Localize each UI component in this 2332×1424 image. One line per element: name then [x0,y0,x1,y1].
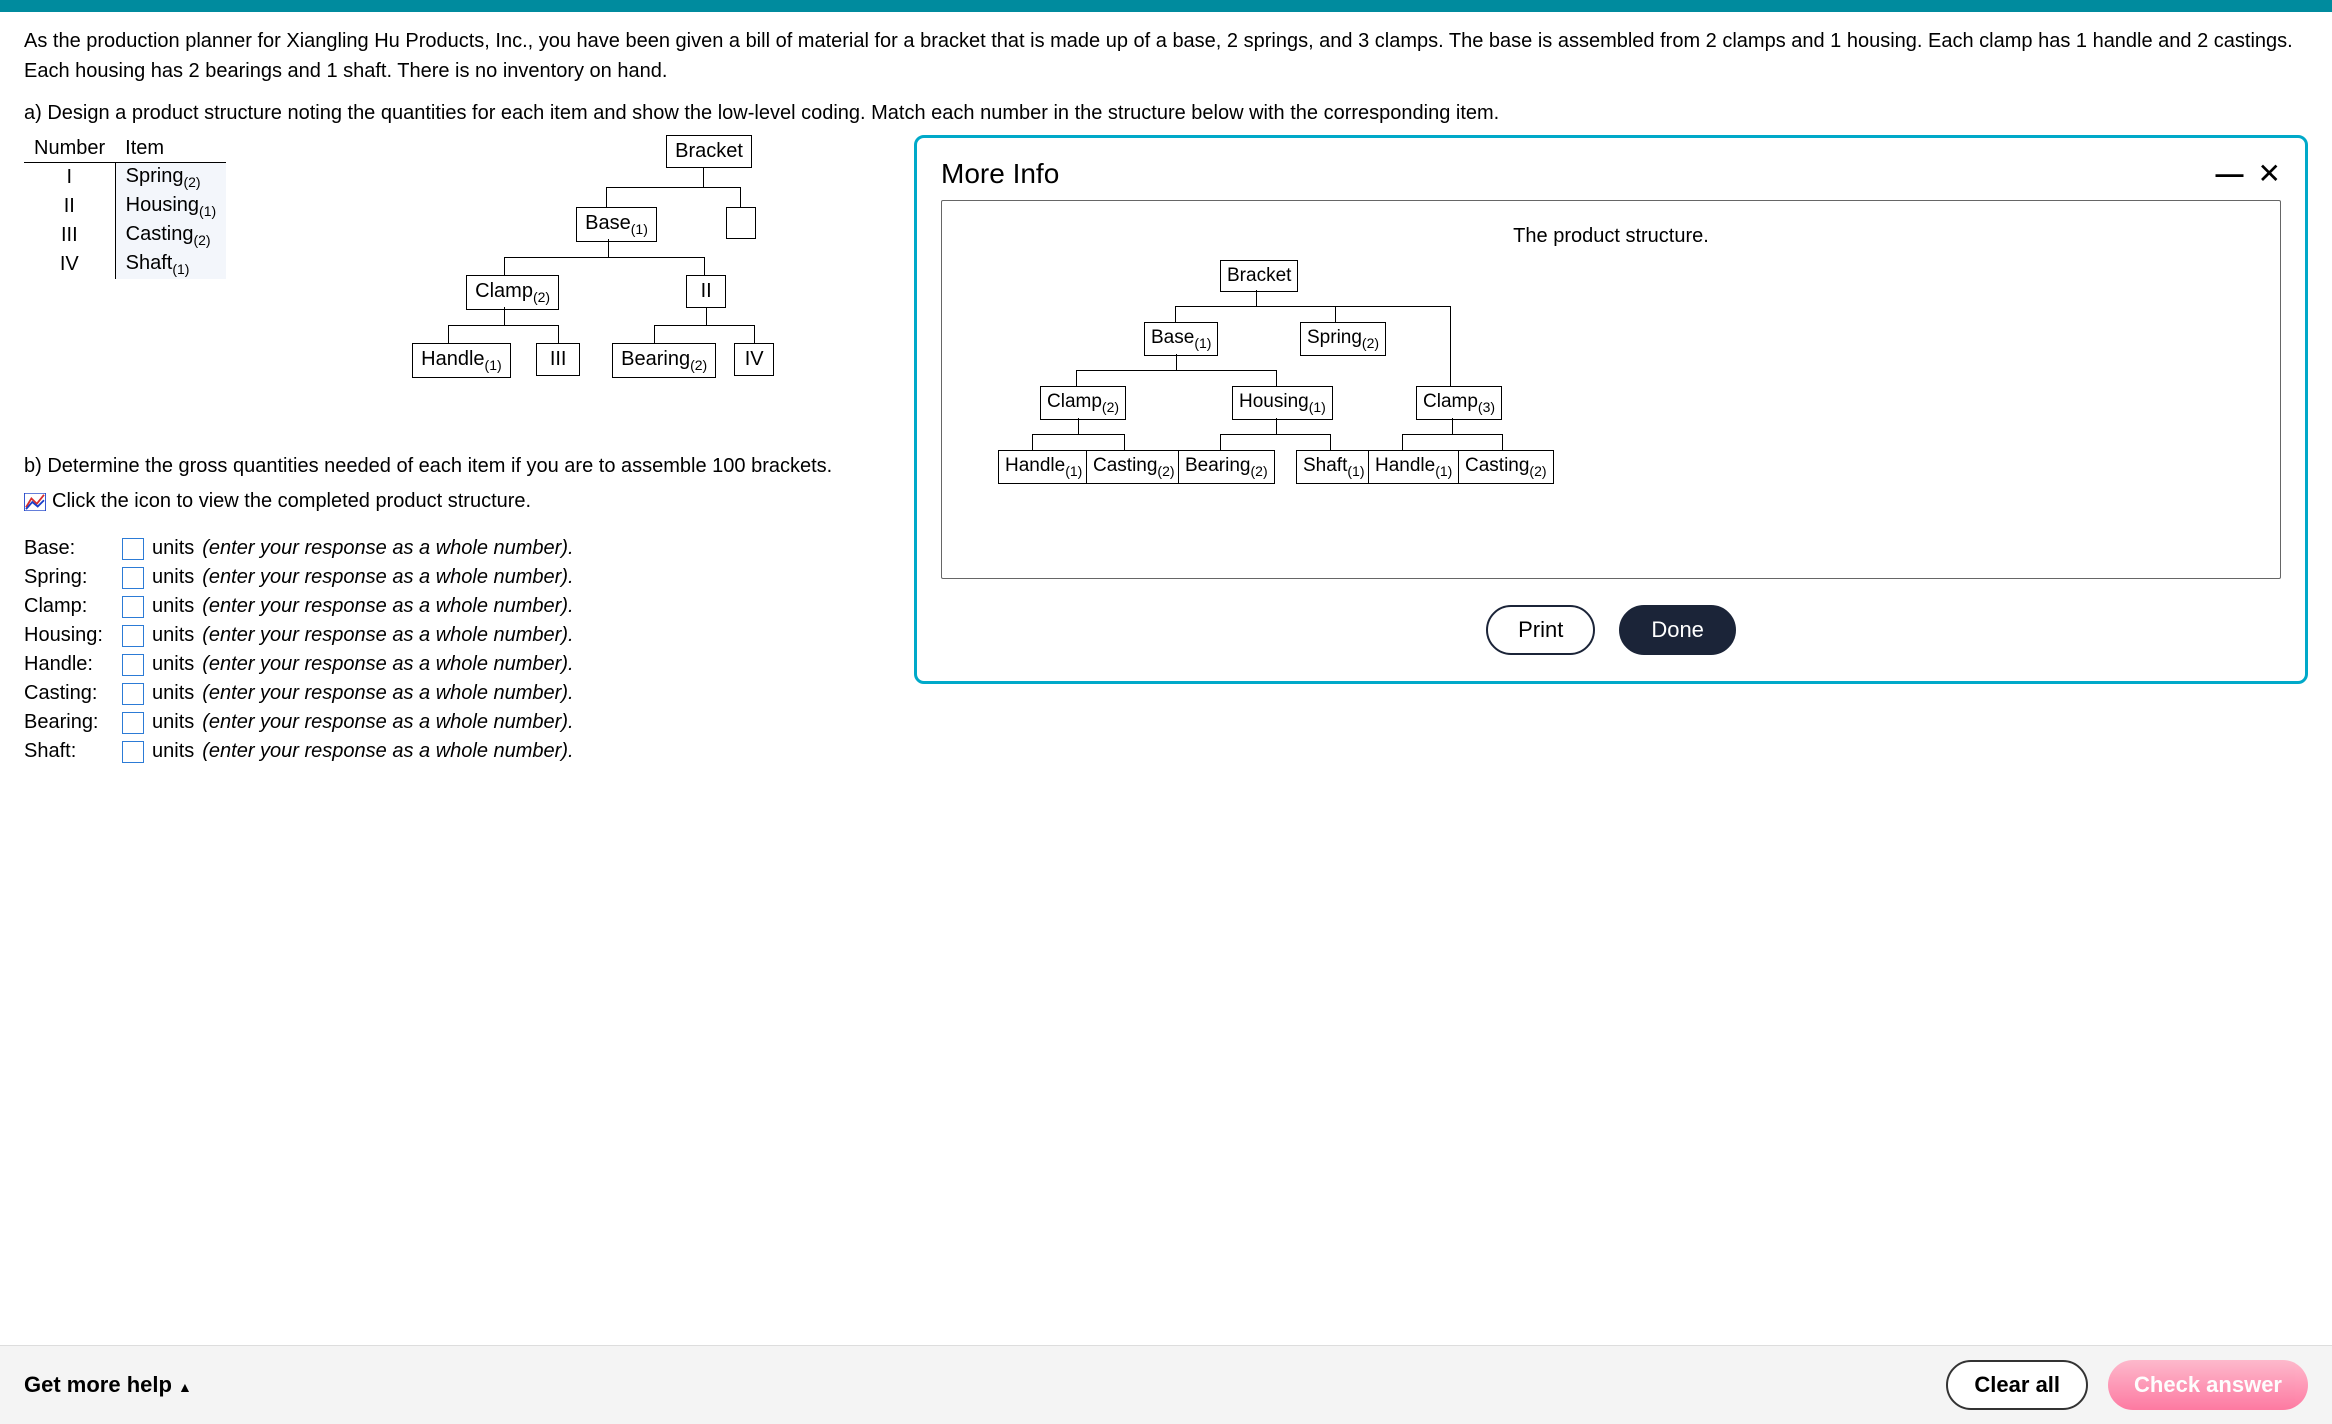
chevron-up-icon: ▲ [178,1379,192,1395]
qty-row: Clamp:units (enter your response as a wh… [24,595,904,618]
table-row: ISpring(2) [24,163,226,193]
node-base: Base(1) [1144,322,1218,356]
part-b-section: b) Determine the gross quantities needed… [24,455,904,763]
bearing-input[interactable] [122,712,144,734]
base-input[interactable] [122,538,144,560]
part-b-text: b) Determine the gross quantities needed… [24,455,904,478]
table-row: IIICasting(2) [24,221,226,250]
spring-input[interactable] [122,567,144,589]
node-empty [726,207,756,239]
qty-row: Casting:units (enter your response as a … [24,682,904,705]
handle-input[interactable] [122,654,144,676]
node-IV: IV [734,343,774,376]
get-more-help-link[interactable]: Get more help ▲ [24,1372,192,1398]
structure-box: The product structure. Bracket Base(1) S… [941,200,2281,579]
node-casting-l: Casting(2) [1086,450,1182,484]
more-info-modal: More Info — ✕ The product structure. Bra… [914,135,2308,684]
node-handle: Handle(1) [412,343,511,378]
node-casting-r: Casting(2) [1458,450,1554,484]
qty-row: Handle:units (enter your response as a w… [24,653,904,676]
clear-all-button[interactable]: Clear all [1946,1360,2088,1410]
qty-row: Bearing:units (enter your response as a … [24,711,904,734]
node-bearing: Bearing(2) [612,343,716,378]
node-III: III [536,343,580,376]
intro-text: As the production planner for Xiangling … [24,26,2308,86]
th-number: Number [24,135,115,163]
qty-row: Spring:units (enter your response as a w… [24,566,904,589]
node-clamp: Clamp(2) [466,275,559,310]
node-bracket: Bracket [1220,260,1298,292]
footer: Get more help ▲ Clear all Check answer [0,1345,2332,1424]
minimize-icon[interactable]: — [2216,160,2244,188]
icon-link-label: Click the icon to view the completed pro… [52,490,531,513]
housing-input[interactable] [122,625,144,647]
number-item-table: Number Item ISpring(2) IIHousing(1) IIIC… [24,135,226,279]
part-a-text: a) Design a product structure noting the… [24,102,2308,125]
shaft-input[interactable] [122,741,144,763]
casting-input[interactable] [122,683,144,705]
node-bracket: Bracket [666,135,752,168]
done-button[interactable]: Done [1619,605,1736,655]
qty-row: Base:units (enter your response as a who… [24,537,904,560]
node-spring: Spring(2) [1300,322,1386,356]
node-bearing: Bearing(2) [1178,450,1275,484]
print-button[interactable]: Print [1486,605,1595,655]
table-row: IIHousing(1) [24,192,226,221]
node-handle-l: Handle(1) [998,450,1089,484]
check-answer-button[interactable]: Check answer [2108,1360,2308,1410]
qty-row: Housing:units (enter your response as a … [24,624,904,647]
qty-row: Shaft:units (enter your response as a wh… [24,740,904,763]
product-structure-tree: Bracket Base(1) Spring(2) [960,260,2262,550]
node-clamp-l: Clamp(2) [1040,386,1126,420]
node-shaft: Shaft(1) [1296,450,1372,484]
close-icon[interactable]: ✕ [2258,160,2281,188]
chart-icon [24,493,46,511]
view-structure-link[interactable]: Click the icon to view the completed pro… [24,490,531,513]
modal-title: More Info [941,158,1059,190]
node-clamp-r: Clamp(3) [1416,386,1502,420]
table-row: IVShaft(1) [24,250,226,279]
node-handle-r: Handle(1) [1368,450,1459,484]
th-item: Item [115,135,226,163]
header-bar [0,0,2332,12]
structure-title: The product structure. [960,225,2262,248]
node-II: II [686,275,726,308]
node-housing: Housing(1) [1232,386,1333,420]
clamp-input[interactable] [122,596,144,618]
node-base: Base(1) [576,207,657,242]
